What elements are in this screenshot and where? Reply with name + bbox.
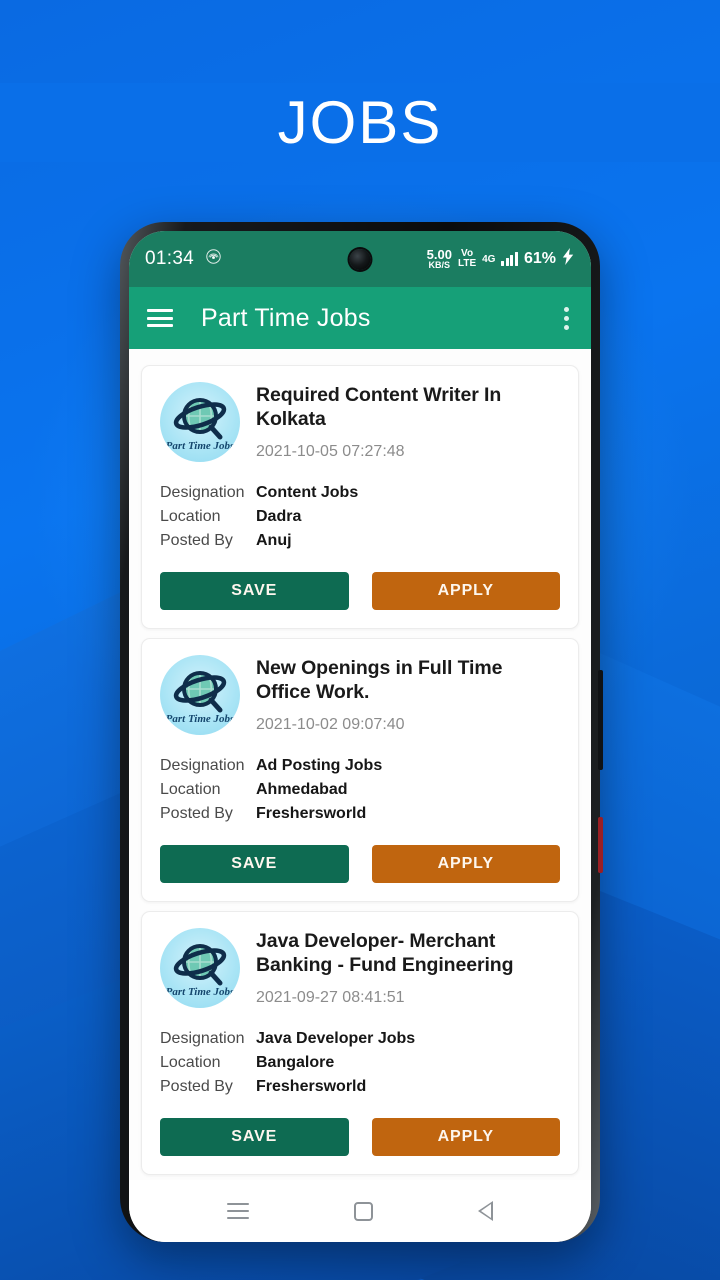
job-card[interactable]: Part Time Jobs Java Developer- Merchant … [141,911,579,1175]
status-bar-right: 5.00 KB/S Vo LTE 4G 61% [427,248,575,270]
back-icon[interactable] [477,1201,493,1221]
part-time-jobs-logo-icon: Part Time Jobs [160,655,240,735]
job-card-actions: SAVE APPLY [160,572,560,610]
front-camera-punch-hole [349,249,371,270]
job-card-actions: SAVE APPLY [160,1118,560,1156]
bolt-icon [562,248,575,270]
job-date: 2021-10-05 07:27:48 [256,442,405,460]
save-button[interactable]: SAVE [160,1118,349,1156]
job-card-heading: Java Developer- Merchant Banking - Fund … [256,928,560,1007]
job-meta: Designation Content Jobs Location Dadra … [160,484,560,550]
apply-button[interactable]: APPLY [371,1118,560,1156]
location-value: Bangalore [256,1054,335,1071]
volte-bottom: LTE [457,258,477,269]
network-type-label: 4G [482,253,496,265]
job-title: Java Developer- Merchant Banking - Fund … [256,930,514,976]
banner-title: JOBS [277,88,443,156]
jobs-banner: JOBS [0,83,720,162]
volte-icon: Vo LTE [458,249,476,269]
meta-row-location: Location Bangalore [160,1054,560,1072]
save-button[interactable]: SAVE [160,572,349,610]
section-title: Featured Jobs [129,349,591,356]
job-card-header: Part Time Jobs New Openings in Full Time… [160,655,560,735]
posted-by-label: Posted By [160,532,233,549]
svg-text:Part Time Jobs: Part Time Jobs [166,986,235,998]
job-card-header: Part Time Jobs Java Developer- Merchant … [160,928,560,1008]
designation-label: Designation [160,1030,245,1047]
app-bar: Part Time Jobs [129,287,591,349]
battery-percentage: 61% [523,250,556,267]
volume-button[interactable] [598,670,603,770]
apply-button[interactable]: APPLY [371,572,560,610]
home-icon[interactable] [353,1201,373,1221]
posted-by-value: Anuj [256,532,292,549]
app-bar-title: Part Time Jobs [201,303,371,332]
apply-button[interactable]: APPLY [371,845,560,883]
location-value: Dadra [256,508,302,525]
meta-row-designation: Designation Ad Posting Jobs [160,757,560,775]
job-card[interactable]: Part Time Jobs New Openings in Full Time… [141,638,579,902]
hamburger-menu-icon[interactable] [147,309,173,327]
status-bar: 01:34 5.00 KB/S Vo LTE 4G 61% [129,231,591,287]
location-label: Location [160,508,221,525]
meta-row-posted-by: Posted By Freshersworld [160,1078,560,1096]
location-icon [205,248,222,270]
status-bar-clock: 01:34 [145,248,195,269]
posted-by-value: Freshersworld [256,805,367,822]
job-title: Required Content Writer In Kolkata [256,384,502,430]
power-button[interactable] [598,817,603,873]
recents-icon[interactable] [227,1203,250,1219]
data-speed-indicator: 5.00 KB/S [427,248,452,270]
posted-by-label: Posted By [160,1078,233,1095]
android-navigation-bar [129,1180,591,1242]
part-time-jobs-logo-icon: Part Time Jobs [160,928,240,1008]
meta-row-posted-by: Posted By Anuj [160,532,560,550]
posted-by-label: Posted By [160,805,233,822]
meta-row-designation: Designation Content Jobs [160,484,560,502]
status-bar-left: 01:34 [145,248,222,270]
job-card-heading: New Openings in Full Time Office Work. 2… [256,655,560,734]
part-time-jobs-logo-icon: Part Time Jobs [160,382,240,462]
svg-text:Part Time Jobs: Part Time Jobs [166,713,235,725]
designation-value: Java Developer Jobs [256,1030,416,1047]
meta-row-posted-by: Posted By Freshersworld [160,805,560,823]
meta-row-location: Location Dadra [160,508,560,526]
data-speed-unit: KB/S [428,260,451,270]
designation-value: Ad Posting Jobs [256,757,383,774]
job-list-scroll-area[interactable]: Featured Jobs Part [129,349,591,1180]
job-date: 2021-10-02 09:07:40 [256,715,405,733]
location-label: Location [160,781,221,798]
job-list: Featured Jobs Part [129,349,591,1180]
job-card[interactable]: Part Time Jobs Required Content Writer I… [141,365,579,629]
location-value: Ahmedabad [256,781,348,798]
job-meta: Designation Java Developer Jobs Location… [160,1030,560,1096]
job-date: 2021-09-27 08:41:51 [256,988,405,1006]
signal-bars-icon [501,252,518,266]
phone-screen: 01:34 5.00 KB/S Vo LTE 4G 61% Part Time … [129,231,591,1242]
save-button[interactable]: SAVE [160,845,349,883]
designation-value: Content Jobs [256,484,359,501]
svg-text:Part Time Jobs: Part Time Jobs [166,440,235,452]
designation-label: Designation [160,484,245,501]
job-card-heading: Required Content Writer In Kolkata 2021-… [256,382,560,461]
posted-by-value: Freshersworld [256,1078,367,1095]
screenshot-stage: JOBS 01:34 5.00 KB/S Vo LTE 4G 61% Part … [0,0,720,1280]
meta-row-designation: Designation Java Developer Jobs [160,1030,560,1048]
job-card-actions: SAVE APPLY [160,845,560,883]
phone-mockup: 01:34 5.00 KB/S Vo LTE 4G 61% Part Time … [120,222,603,1242]
meta-row-location: Location Ahmedabad [160,781,560,799]
job-meta: Designation Ad Posting Jobs Location Ahm… [160,757,560,823]
location-label: Location [160,1054,221,1071]
designation-label: Designation [160,757,245,774]
job-title: New Openings in Full Time Office Work. [256,657,503,703]
job-card-header: Part Time Jobs Required Content Writer I… [160,382,560,462]
kebab-menu-icon[interactable] [560,303,573,334]
